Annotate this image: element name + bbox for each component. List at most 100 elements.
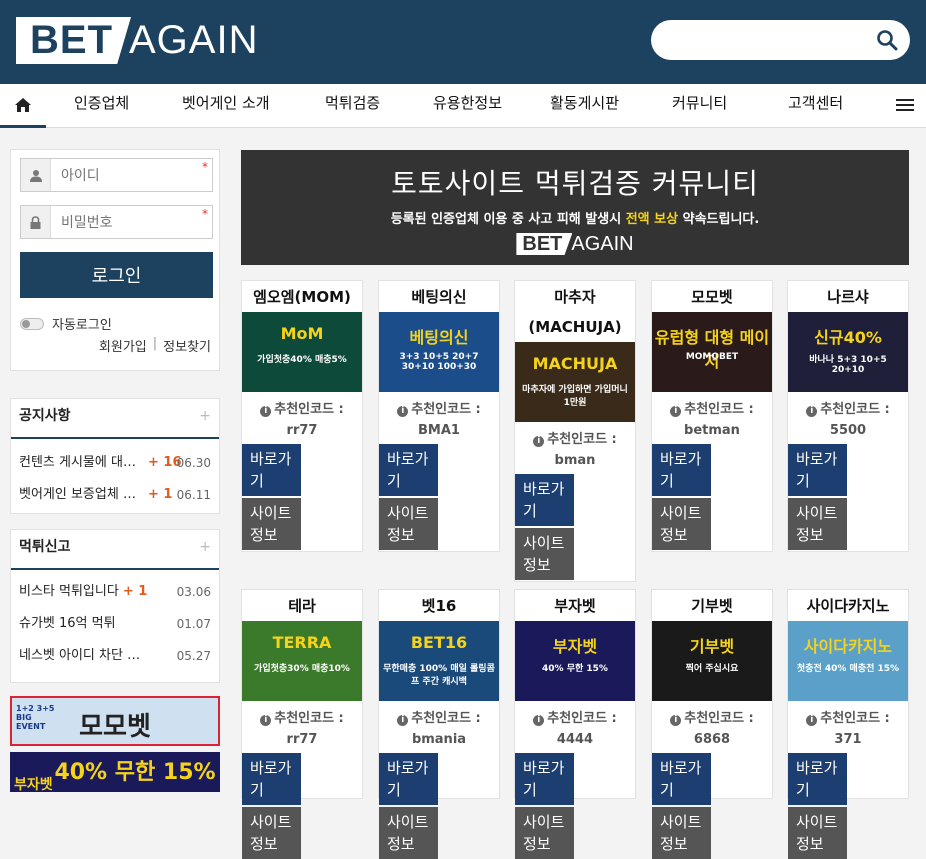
site-logo[interactable]: BET AGAIN bbox=[16, 17, 258, 64]
referral-code-label-text: 추천인코드 : bbox=[274, 711, 344, 726]
nav-item-info[interactable]: 유용한정보 bbox=[433, 84, 502, 128]
notice-title[interactable]: 공지사항 + bbox=[11, 399, 219, 439]
referral-code-label: i 추천인코드 : bbox=[515, 707, 635, 726]
nav-item-board[interactable]: 활동게시판 bbox=[550, 84, 619, 128]
referral-code-value: 6868 bbox=[693, 732, 731, 747]
site-info-button[interactable]: 사이트정보 bbox=[652, 807, 711, 859]
site-banner-image[interactable]: BET16 무한매충 100% 매일 롤링콤프 주간 캐시백 bbox=[379, 621, 499, 701]
search-box bbox=[651, 20, 910, 60]
hero-sub-after: 약속드립니다. bbox=[682, 212, 760, 227]
username-input[interactable] bbox=[61, 159, 201, 191]
site-name[interactable]: 테라 bbox=[242, 590, 362, 621]
login-button[interactable]: 로그인 bbox=[20, 252, 213, 298]
report-item[interactable]: 슈가벳 16억 먹튀 01.07 bbox=[11, 608, 219, 640]
search-input[interactable] bbox=[671, 20, 871, 60]
notice-item[interactable]: 벳어게인 보증업체 입점... + 1 06.11 bbox=[11, 479, 219, 511]
site-info-button[interactable]: 사이트정보 bbox=[242, 807, 301, 859]
site-banner-image[interactable]: MACHUJA 마추자에 가입하면 가입머니 1만원 bbox=[515, 342, 635, 422]
site-info-button[interactable]: 사이트정보 bbox=[379, 807, 438, 859]
auto-login-toggle[interactable]: 자동로그인 bbox=[20, 314, 112, 333]
visit-site-button[interactable]: 바로가기 bbox=[788, 444, 847, 496]
nav-item-certified[interactable]: 인증업체 bbox=[74, 84, 129, 128]
bujabet-side-banner[interactable]: 40% 무한 15% 부자벳 bbox=[10, 752, 220, 792]
side-banner-text: 40% 무한 15% bbox=[54, 760, 216, 785]
site-name[interactable]: 기부벳 bbox=[652, 590, 772, 621]
site-info-button[interactable]: 사이트정보 bbox=[788, 498, 847, 550]
site-banner-image[interactable]: 유럽형 대형 메이저 MOMOBET bbox=[652, 312, 772, 392]
report-title-text: 먹튀신고 bbox=[19, 539, 71, 555]
notice-item[interactable]: 컨텐츠 게시물에 대한 ... + 16 06.30 bbox=[11, 447, 219, 479]
site-info-button[interactable]: 사이트정보 bbox=[242, 498, 301, 550]
site-name[interactable]: 부자벳 bbox=[515, 590, 635, 621]
visit-site-button[interactable]: 바로가기 bbox=[788, 753, 847, 805]
visit-site-button[interactable]: 바로가기 bbox=[242, 444, 301, 496]
site-name[interactable]: 모모벳 bbox=[652, 281, 772, 312]
toggle-switch[interactable] bbox=[20, 317, 44, 330]
site-banner-image[interactable]: TERRA 가입첫충30% 매충10% bbox=[242, 621, 362, 701]
site-card: 부자벳 부자벳 40% 무한 15% i 추천인코드 : 4444 바로가기 사이트정보 bbox=[514, 589, 636, 859]
site-header: BET AGAIN bbox=[0, 0, 926, 84]
site-info-button[interactable]: 사이트정보 bbox=[515, 528, 574, 580]
site-info-button[interactable]: 사이트정보 bbox=[379, 498, 438, 550]
site-name[interactable]: 벳16 bbox=[379, 590, 499, 621]
site-name[interactable]: 나르샤 bbox=[788, 281, 908, 312]
site-banner-subtitle: 가입첫충40% 매충5% bbox=[257, 355, 347, 365]
nav-item-community[interactable]: 커뮤니티 bbox=[672, 84, 727, 128]
referral-code-label: i 추천인코드 : bbox=[242, 398, 362, 417]
info-icon: i bbox=[397, 406, 409, 417]
site-card: 베팅의신 베팅의신 3+3 10+5 20+7 30+10 100+30 i 추천인코드… bbox=[378, 280, 500, 552]
report-item[interactable]: 네스벳 아이디 차단 당했습니다 05.27 bbox=[11, 640, 219, 672]
site-name[interactable]: 엠오엠(MOM) bbox=[242, 281, 362, 312]
site-banner-image[interactable]: 베팅의신 3+3 10+5 20+7 30+10 100+30 bbox=[379, 312, 499, 392]
referral-code-label: i 추천인코드 : bbox=[788, 398, 908, 417]
site-banner-image[interactable]: 사이다카지노 첫충전 40% 매충전 15% bbox=[788, 621, 908, 701]
password-input[interactable] bbox=[61, 206, 201, 238]
link-separator: | bbox=[152, 336, 158, 351]
visit-site-button[interactable]: 바로가기 bbox=[652, 753, 711, 805]
visit-site-button[interactable]: 바로가기 bbox=[515, 753, 574, 805]
search-icon[interactable] bbox=[876, 29, 898, 51]
nav-item-verify[interactable]: 먹튀검증 bbox=[325, 84, 380, 128]
nav-item-about[interactable]: 벳어게인 소개 bbox=[182, 84, 270, 128]
visit-site-button[interactable]: 바로가기 bbox=[379, 444, 438, 496]
hamburger-menu-icon[interactable] bbox=[896, 96, 914, 114]
site-card: 테라 TERRA 가입첫충30% 매충10% i 추천인코드 : rr77 바로가기 사이트정… bbox=[241, 589, 363, 859]
more-plus-icon[interactable]: + bbox=[199, 530, 211, 564]
referral-code-label: i 추천인코드 : bbox=[242, 707, 362, 726]
more-plus-icon[interactable]: + bbox=[199, 399, 211, 433]
info-icon: i bbox=[533, 715, 545, 726]
info-icon: i bbox=[670, 715, 682, 726]
signup-link[interactable]: 회원가입 bbox=[99, 336, 147, 355]
site-info-button[interactable]: 사이트정보 bbox=[515, 807, 574, 859]
home-icon[interactable] bbox=[0, 84, 46, 128]
visit-site-button[interactable]: 바로가기 bbox=[515, 474, 574, 526]
visit-site-button[interactable]: 바로가기 bbox=[652, 444, 711, 496]
report-item[interactable]: 비스타 먹튀입니다 + 1 03.06 bbox=[11, 576, 219, 608]
site-name[interactable]: 사이다카지노 bbox=[788, 590, 908, 621]
site-banner-subtitle: 마추자에 가입하면 가입머니 1만원 bbox=[522, 385, 628, 408]
site-banner-image[interactable]: MoM 가입첫충40% 매충5% bbox=[242, 312, 362, 392]
site-name[interactable]: 베팅의신 bbox=[379, 281, 499, 312]
hero-logo: BET AGAIN bbox=[516, 233, 634, 255]
visit-site-button[interactable]: 바로가기 bbox=[242, 753, 301, 805]
site-banner-title: MACHUJA bbox=[532, 354, 618, 373]
report-box: 먹튀신고 + 비스타 먹튀입니다 + 1 03.06 슈가벳 16억 먹튀 01.… bbox=[10, 529, 220, 683]
info-icon: i bbox=[397, 715, 409, 726]
nav-item-support[interactable]: 고객센터 bbox=[788, 84, 843, 128]
login-panel: * * 로그인 자동로그인 회원가입 | 정보찾기 bbox=[10, 149, 220, 371]
momobet-side-banner[interactable]: 모모벳 1+2 3+5 BIG EVENT bbox=[10, 696, 220, 746]
site-banner-image[interactable]: 기부벳 찍어 주십시요 bbox=[652, 621, 772, 701]
visit-site-button[interactable]: 바로가기 bbox=[379, 753, 438, 805]
report-title[interactable]: 먹튀신고 + bbox=[11, 530, 219, 570]
site-banner-subtitle: 3+3 10+5 20+7 30+10 100+30 bbox=[399, 352, 479, 372]
referral-code-label-text: 추천인코드 : bbox=[684, 402, 754, 417]
site-banner-image[interactable]: 신규40% 바나나 5+3 10+5 20+10 bbox=[788, 312, 908, 392]
site-info-button[interactable]: 사이트정보 bbox=[652, 498, 711, 550]
site-info-button[interactable]: 사이트정보 bbox=[788, 807, 847, 859]
referral-code-label-text: 추천인코드 : bbox=[274, 402, 344, 417]
site-banner-image[interactable]: 부자벳 40% 무한 15% bbox=[515, 621, 635, 701]
site-banner-title: 사이다카지노 bbox=[803, 637, 893, 656]
site-name[interactable]: 마추자 (MACHUJA) bbox=[525, 281, 625, 342]
find-info-link[interactable]: 정보찾기 bbox=[163, 336, 211, 355]
referral-code-value: 4444 bbox=[556, 732, 594, 747]
